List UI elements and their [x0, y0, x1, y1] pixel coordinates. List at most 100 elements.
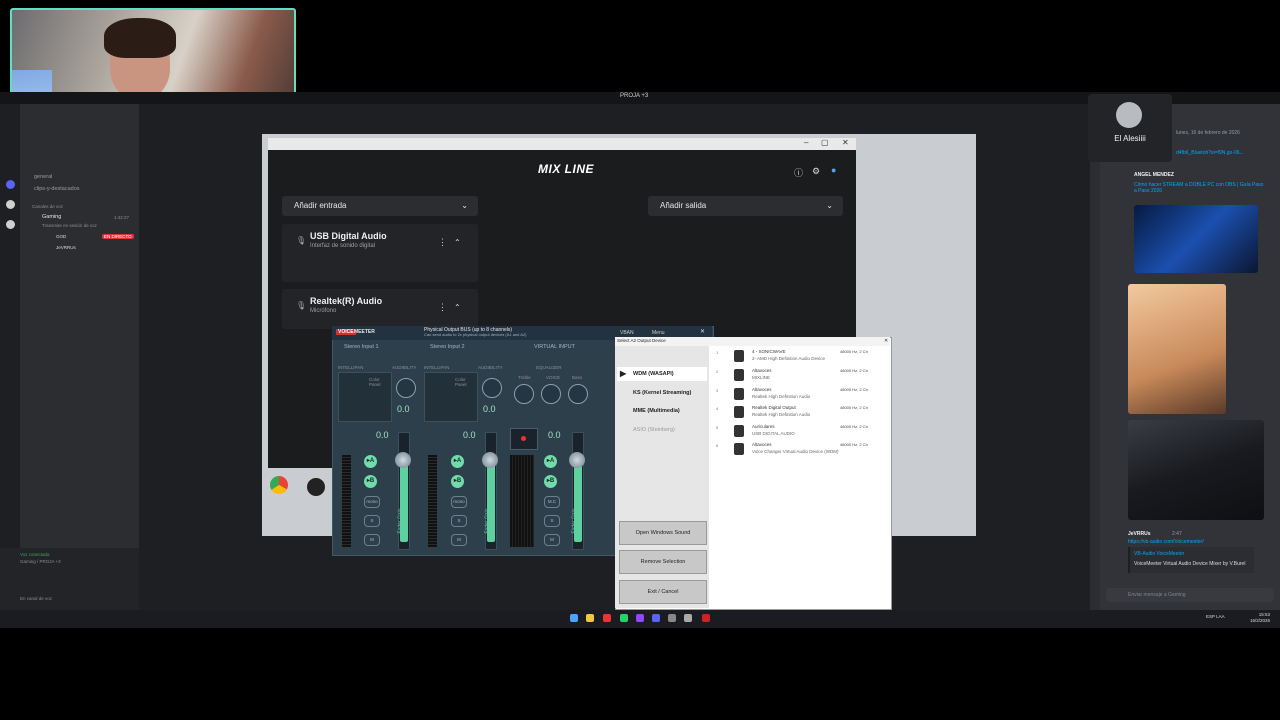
server-icon[interactable]	[6, 180, 15, 189]
discord-server-rail	[0, 104, 20, 610]
embed-title[interactable]: Cómo hacer STREAM a DOBLE PC con OBS | G…	[1134, 182, 1266, 194]
explorer-icon[interactable]	[586, 614, 594, 622]
driver-asio[interactable]: ASIO (Steinberg)	[617, 423, 707, 437]
chrome-desktop-icon[interactable]	[270, 476, 288, 494]
whatsapp-icon[interactable]	[620, 614, 628, 622]
maximize-icon[interactable]: ▢	[821, 138, 829, 147]
level-meter	[342, 455, 351, 547]
remove-selection-button[interactable]: Remove Selection	[619, 550, 707, 574]
message-input[interactable]: Enviar mensaje a Gaming	[1106, 588, 1274, 602]
bus-a-button[interactable]: ▸A	[451, 455, 464, 468]
solo-button[interactable]: S	[544, 515, 560, 527]
minimize-icon[interactable]: –	[804, 138, 808, 147]
fader-db: 0.0	[376, 430, 389, 440]
audibility-knob[interactable]	[396, 378, 416, 398]
level-meter	[428, 455, 437, 547]
chevron-up-icon[interactable]: ⌃	[454, 238, 461, 247]
channel-clips[interactable]: clips-y-destacados	[34, 186, 80, 192]
audibility-knob[interactable]	[482, 378, 502, 398]
device-card[interactable]: 🎙 Realtek(R) Audio Micrófono ⋮ ⌃	[282, 289, 478, 329]
device-row[interactable]: 6 Altavoces Voice Changer Virtual Audio De…	[716, 441, 870, 459]
voice-user[interactable]: GOD	[56, 234, 66, 239]
bus-b-button[interactable]: ▸B	[364, 475, 377, 488]
start-icon[interactable]	[570, 614, 578, 622]
bass-knob[interactable]	[568, 384, 588, 404]
fader-knob[interactable]	[395, 452, 411, 468]
language-indicator[interactable]: ESP LAA	[1206, 614, 1225, 619]
user-status: En canal de voz	[20, 596, 53, 601]
device-row[interactable]: 5 Auriculares USB DIGITAL AUDIO 48000 Hz, 2…	[716, 423, 870, 441]
add-output-dropdown[interactable]: Añadir salida ⌄	[648, 196, 843, 216]
caller-card[interactable]: El Alesiiii	[1088, 94, 1172, 162]
app-icon[interactable]	[702, 614, 710, 622]
open-windows-sound-button[interactable]: Open Windows Sound	[619, 521, 707, 545]
channel-general[interactable]: general	[34, 174, 52, 180]
category-voice[interactable]: Canales de voz	[32, 204, 63, 209]
intellipan-pad[interactable]: Color Panel	[424, 372, 478, 422]
discord-icon[interactable]	[652, 614, 660, 622]
device-row[interactable]: 3 Altavoces Realtek High Definition Audio 4…	[716, 386, 870, 404]
settings-icon[interactable]	[668, 614, 676, 622]
app-icon[interactable]	[603, 614, 611, 622]
voice-user[interactable]: JeVRRUs	[56, 245, 76, 250]
twitch-icon[interactable]	[636, 614, 644, 622]
link-embed: VB-Audio VoiceMeeter VoiceMeeter Virtual…	[1128, 547, 1254, 573]
mute-button[interactable]: M	[451, 534, 467, 546]
mono-button[interactable]: mono	[364, 496, 380, 508]
vban-button[interactable]: VBAN	[620, 330, 634, 336]
voice-knob[interactable]	[541, 384, 561, 404]
driver-ks[interactable]: KS (Kernel Streaming)	[617, 386, 707, 400]
driver-mme[interactable]: MME (Multimedia)	[617, 404, 707, 418]
fader-knob[interactable]	[482, 452, 498, 468]
mute-button[interactable]: M	[544, 534, 560, 546]
bus-b-button[interactable]: ▸B	[544, 475, 557, 488]
device-row[interactable]: 2 Altavoces MIXLINE 48000 Hz, 2 Ch	[716, 367, 870, 385]
color-panel-label: Color Panel	[455, 377, 467, 387]
message-author[interactable]: JeVRRUs	[1128, 531, 1151, 537]
more-icon[interactable]: ⋮	[438, 237, 447, 248]
exit-cancel-button[interactable]: Exit / Cancel	[619, 580, 707, 604]
obs-desktop-icon[interactable]	[305, 476, 327, 498]
mono-button[interactable]: mono	[451, 496, 467, 508]
bus-a-button[interactable]: ▸A	[544, 455, 557, 468]
mute-button[interactable]: M	[364, 534, 380, 546]
add-input-dropdown[interactable]: Añadir entrada ⌄	[282, 196, 478, 216]
close-icon[interactable]: ✕	[842, 138, 849, 147]
device-row[interactable]: 4 Realtek Digital Output Realtek High Defi…	[716, 404, 870, 422]
app-icon[interactable]	[684, 614, 692, 622]
chevron-up-icon[interactable]: ⌃	[454, 303, 461, 312]
record-indicator[interactable]	[510, 428, 538, 450]
message-link[interactable]: https://vb-audio.com/Voicemeeter/	[1128, 539, 1204, 545]
intellipan-pad[interactable]: Color Panel	[338, 372, 392, 422]
device-card[interactable]: 🎙 USB Digital Audio Interfaz de sonido d…	[282, 224, 478, 282]
voice-channel-gaming[interactable]: Gaming	[42, 214, 61, 220]
taskbar-clock[interactable]: 15:53 16/2/2026	[1250, 612, 1270, 624]
voice-connection-panel: Voz conectada Gaming / PROJA +3 En canal…	[0, 548, 139, 610]
driver-wdm[interactable]: ▶ WDM (WASAPI)	[617, 367, 707, 381]
info-icon[interactable]: ⓘ	[794, 166, 803, 179]
embed-title[interactable]: VB-Audio VoiceMeeter	[1134, 551, 1184, 557]
solo-button[interactable]: S	[364, 515, 380, 527]
solo-button[interactable]: S	[451, 515, 467, 527]
fader-knob[interactable]	[569, 452, 585, 468]
more-icon[interactable]: ⋮	[438, 302, 447, 313]
bus-a-button[interactable]: ▸A	[364, 455, 377, 468]
server-icon[interactable]	[6, 200, 15, 209]
image-attachment[interactable]	[1128, 284, 1226, 414]
close-icon[interactable]: ✕	[700, 328, 705, 335]
message-link[interactable]: d4fb6_Bluetoh?si=f9N.go-06...	[1176, 150, 1244, 156]
video-thumbnail[interactable]	[1134, 205, 1258, 273]
mc-button[interactable]: M.C	[544, 496, 560, 508]
device-row[interactable]: 14 - SONICWAVE 2- AMD High Definition Aud…	[716, 348, 870, 366]
gear-icon[interactable]: ⚙	[812, 166, 820, 177]
image-attachment[interactable]	[1128, 420, 1264, 520]
account-icon[interactable]: ●	[831, 165, 836, 175]
close-icon[interactable]: ✕	[884, 338, 888, 344]
bus-b-button[interactable]: ▸B	[451, 475, 464, 488]
discord-scrollbar[interactable]	[1090, 104, 1100, 610]
treble-knob[interactable]	[514, 384, 534, 404]
embed-desc: VoiceMeeter Virtual Audio Device Mixer b…	[1134, 561, 1246, 567]
server-icon[interactable]	[6, 220, 15, 229]
menu-button[interactable]: Menu	[652, 330, 665, 336]
headphones-icon	[734, 425, 744, 437]
